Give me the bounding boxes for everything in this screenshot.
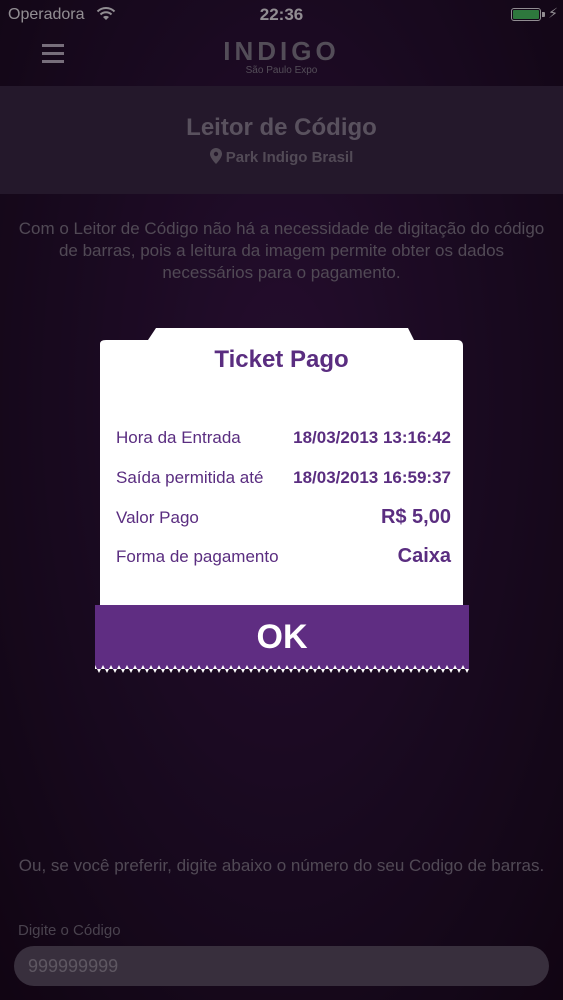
exit-time-value: 18/03/2013 16:59:37 — [293, 468, 451, 487]
entry-time-label: Hora da Entrada — [116, 428, 241, 447]
ticket-zigzag-edge — [95, 665, 469, 673]
ticket-title: Ticket Pago — [214, 346, 349, 373]
amount-paid-row: Valor Pago R$ 5,00 — [116, 506, 451, 532]
ticket-modal: Ticket Pago Hora da Entrada 18/03/2013 1… — [100, 328, 463, 608]
entry-time-row: Hora da Entrada 18/03/2013 13:16:42 — [116, 428, 451, 452]
payment-method-row: Forma de pagamento Caixa — [116, 545, 451, 571]
amount-paid-label: Valor Pago — [116, 508, 199, 527]
app-screen: Operadora 22:36 ⚡ INDIGO São Paulo Expo … — [0, 0, 563, 1000]
ok-button[interactable]: OK — [95, 605, 469, 669]
exit-time-label: Saída permitida até — [116, 468, 264, 487]
amount-paid-value: R$ 5,00 — [380, 506, 451, 528]
exit-time-row: Saída permitida até 18/03/2013 16:59:37 — [116, 468, 451, 492]
payment-method-value: Caixa — [397, 545, 451, 567]
payment-method-label: Forma de pagamento — [116, 547, 279, 566]
entry-time-value: 18/03/2013 13:16:42 — [293, 428, 451, 447]
